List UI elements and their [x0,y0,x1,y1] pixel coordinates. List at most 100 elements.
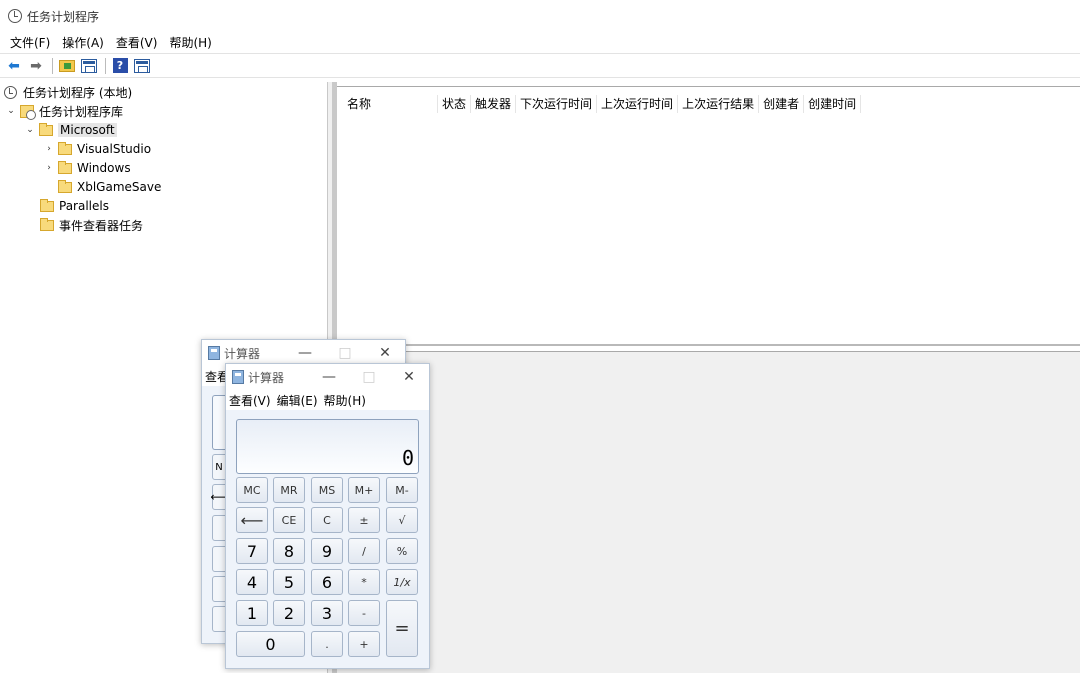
tree-item-visualstudio[interactable]: › VisualStudio [44,140,151,158]
chevron-down-icon[interactable]: ⌄ [25,125,35,135]
menu-help[interactable]: 帮助(H) [324,392,366,409]
key-ms[interactable]: MS [311,477,343,503]
key-4[interactable]: 4 [236,569,268,595]
column-header-name[interactable]: 名称 [343,95,438,113]
back-arrow-icon[interactable]: ⬅ [4,57,24,75]
close-button[interactable]: ✕ [389,369,429,385]
close-button[interactable]: ✕ [365,345,405,361]
minimize-button[interactable]: — [285,345,325,361]
key-reciprocal[interactable]: 1/x [386,569,418,595]
key-0[interactable]: 0 [236,631,305,657]
key-6[interactable]: 6 [311,569,343,595]
tree-item-microsoft[interactable]: ⌄ Microsoft [25,121,117,139]
tree-label: 任务计划程序 (本地) [23,85,133,100]
tree-label: Parallels [59,199,109,213]
key-2[interactable]: 2 [273,600,305,626]
folder-icon [58,141,72,155]
calculator-display: 0 [236,419,419,474]
menu-edit[interactable]: 编辑(E) [277,392,318,409]
help-button[interactable]: ? [110,57,130,75]
key-mc[interactable]: MC [236,477,268,503]
menu-bar: 文件(F) 操作(A) 查看(V) 帮助(H) [0,32,1080,52]
chevron-right-icon[interactable]: › [44,163,54,173]
calculator-title: 计算器 [224,346,261,361]
key-8[interactable]: 8 [273,538,305,564]
key-5[interactable]: 5 [273,569,305,595]
minimize-button[interactable]: — [309,369,349,385]
key-equals[interactable]: = [386,600,418,657]
key-divide[interactable]: / [348,538,380,564]
key-backspace[interactable]: ⟵ [236,507,268,533]
tree-item-windows[interactable]: › Windows [44,159,131,177]
tree-item-root[interactable]: 任务计划程序 (本地) [4,83,132,101]
window-title: 任务计划程序 [27,9,100,24]
menu-help[interactable]: 帮助(H) [163,34,217,51]
column-header-triggers[interactable]: 触发器 [471,95,517,113]
chevron-right-icon[interactable]: › [44,144,54,154]
key-m-plus[interactable]: M+ [348,477,380,503]
horizontal-splitter[interactable] [337,344,1080,352]
column-header-last-result[interactable]: 上次运行结果 [678,95,760,113]
calculator-key[interactable] [212,515,226,541]
show-hide-console-tree-button[interactable] [79,57,99,75]
tree-item-xblgamesave[interactable]: XblGameSave [58,178,161,196]
key-m-minus[interactable]: M- [386,477,418,503]
key-ce[interactable]: CE [273,507,305,533]
key-plus-minus[interactable]: ± [348,507,380,533]
tree-item-parallels[interactable]: Parallels [40,197,109,215]
key-multiply[interactable]: * [348,569,380,595]
menu-view[interactable]: 查看(V) [110,34,164,51]
column-header-last-run[interactable]: 上次运行时间 [597,95,679,113]
key-subtract[interactable]: - [348,600,380,626]
folder-icon [58,160,72,174]
tree-label: XblGameSave [77,180,162,194]
calculator-title: 计算器 [248,370,285,385]
up-folder-button[interactable] [57,57,77,75]
calculator-menu-bar: 查看(V) 编辑(E) 帮助(H) [226,390,429,410]
calculator-key[interactable]: ⟵ [210,484,228,510]
toolbar: ⬅ ➡ ? [0,53,1080,78]
display-value: 0 [401,446,414,470]
key-decimal[interactable]: . [311,631,343,657]
show-hide-action-pane-button[interactable] [132,57,152,75]
tree-label: 事件查看器任务 [59,218,144,233]
tree-item-event-viewer-tasks[interactable]: 事件查看器任务 [40,216,143,234]
tree-item-library[interactable]: ⌄ 任务计划程序库 [6,102,123,120]
key-3[interactable]: 3 [311,600,343,626]
calculator-key[interactable] [212,546,226,572]
menu-view[interactable]: 查看(V) [229,392,271,409]
calculator-icon [208,346,220,360]
task-list-pane: 名称 状态 触发器 下次运行时间 上次运行时间 上次运行结果 创建者 创建时间 [332,82,1080,673]
key-7[interactable]: 7 [236,538,268,564]
calculator-key[interactable] [212,606,226,632]
calculator-key[interactable] [212,576,226,602]
maximize-button[interactable]: □ [349,369,389,385]
tree-label: VisualStudio [77,142,152,156]
key-sqrt[interactable]: √ [386,507,418,533]
title-bar: 任务计划程序 [0,0,1080,32]
key-c[interactable]: C [311,507,343,533]
key-9[interactable]: 9 [311,538,343,564]
folder-icon [58,179,72,193]
column-header-author[interactable]: 创建者 [759,95,805,113]
maximize-button[interactable]: □ [325,345,365,361]
menu-file[interactable]: 文件(F) [4,34,56,51]
chevron-down-icon[interactable]: ⌄ [6,106,16,116]
menu-action[interactable]: 操作(A) [56,34,110,51]
calculator-key[interactable]: N [212,454,226,480]
folder-icon [40,198,54,212]
clock-icon [4,85,17,99]
column-header-next-run[interactable]: 下次运行时间 [516,95,598,113]
calculator-window[interactable]: 计算器 — □ ✕ 查看(V) 编辑(E) 帮助(H) 0 MC MR MS M… [225,363,430,669]
folder-up-icon [59,59,75,72]
action-pane-icon [134,58,150,73]
key-mr[interactable]: MR [273,477,305,503]
key-percent[interactable]: % [386,538,418,564]
key-1[interactable]: 1 [236,600,268,626]
toolbar-separator [105,57,106,74]
column-header-created[interactable]: 创建时间 [804,95,862,113]
forward-arrow-icon[interactable]: ➡ [26,57,46,75]
column-header-status[interactable]: 状态 [438,95,472,113]
task-list: 名称 状态 触发器 下次运行时间 上次运行时间 上次运行结果 创建者 创建时间 [337,86,1080,344]
key-add[interactable]: + [348,631,380,657]
